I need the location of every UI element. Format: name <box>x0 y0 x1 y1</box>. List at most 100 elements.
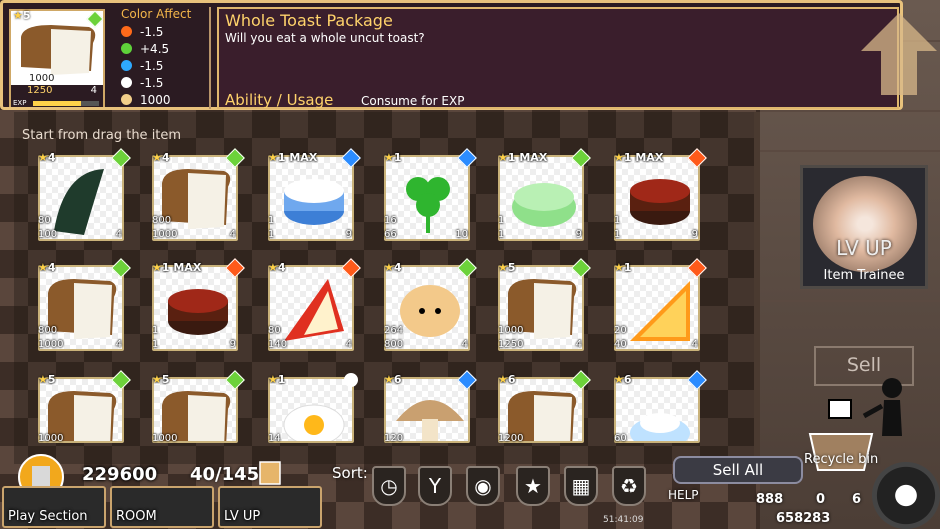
item-value1: 16 <box>384 215 397 226</box>
affect-value: 1000 <box>140 92 171 107</box>
sort-type-button[interactable]: Y <box>418 466 452 506</box>
item-card[interactable]: ★6 60 <box>614 370 707 444</box>
item-value1: 120 <box>384 433 404 444</box>
item-rank: ★1 MAX <box>152 261 202 274</box>
sort-tile-button[interactable]: ▦ <box>564 466 598 506</box>
resource-4: 6 <box>852 492 862 507</box>
item-card[interactable]: ★1 20 40 4 <box>614 258 707 351</box>
item-art <box>40 267 122 349</box>
item-value2: 100 <box>38 229 58 240</box>
item-art <box>500 157 582 239</box>
item-value1: 80 <box>38 215 51 226</box>
egg-icon <box>283 404 345 441</box>
item-art <box>40 379 122 441</box>
bread-icon <box>48 279 117 339</box>
affect-value: -1.5 <box>140 58 164 73</box>
leaf-gem-icon <box>121 43 132 54</box>
sort-recycle-button[interactable]: ♻ <box>612 466 646 506</box>
room-label: ROOM <box>116 509 157 524</box>
color-affect-title: Color Affect <box>121 7 192 21</box>
sort-icon: ◉ <box>474 474 492 498</box>
resource-2: 0 <box>816 492 826 507</box>
item-value1: 1200 <box>498 433 524 444</box>
sort-star-button[interactable]: ★ <box>516 466 550 506</box>
white-orb-icon <box>121 77 132 88</box>
box-icon <box>828 399 852 419</box>
item-value1: 14 <box>268 433 281 444</box>
item-rank: ★1 MAX <box>268 151 318 164</box>
item-rank: ★6 <box>384 373 402 386</box>
help-button[interactable]: HELP <box>668 488 699 502</box>
exp-bar <box>33 101 99 106</box>
item-value1: 1 <box>498 215 505 226</box>
item-card[interactable]: ★1 MAX 1 1 9 <box>152 258 245 351</box>
item-rank: ★5 <box>498 261 516 274</box>
green-cake-icon <box>512 183 576 227</box>
selected-item-card[interactable]: ★5 1000 1250 4 EXP <box>9 9 105 107</box>
item-card[interactable]: ★4 80 100 4 <box>38 148 131 241</box>
affect-row: -1.5 <box>111 23 209 40</box>
item-card[interactable]: ★1 16 66 10 <box>384 148 477 241</box>
play-section-button[interactable]: Play Section <box>2 486 106 528</box>
item-value2: 1 <box>498 229 505 240</box>
affect-row: +4.5 <box>111 40 209 57</box>
item-art <box>270 379 352 441</box>
item-description: Will you eat a whole uncut toast? <box>225 31 425 45</box>
item-card[interactable]: ★4 800 1000 4 <box>38 258 131 351</box>
item-value2: 1000 <box>152 229 178 240</box>
play-time: 51:41:09 <box>603 515 644 525</box>
item-card[interactable]: ★4 264 800 4 <box>384 258 477 351</box>
item-card[interactable]: ★1 14 <box>268 373 358 444</box>
item-card[interactable]: ★4 80 140 4 <box>268 258 361 351</box>
recycle-bin-label: Recycle bin <box>804 452 879 467</box>
item-card[interactable]: ★4 800 1000 4 <box>152 148 245 241</box>
item-value3: 9 <box>691 229 698 240</box>
bread-icon <box>508 279 577 339</box>
room-button[interactable]: ROOM <box>110 486 214 528</box>
item-rank: ★6 <box>614 373 632 386</box>
affect-value: -1.5 <box>140 75 164 90</box>
item-card[interactable]: ★5 1000 1250 4 <box>498 258 591 351</box>
sell-all-button[interactable]: Sell All <box>673 456 803 484</box>
item-art <box>500 267 582 349</box>
blue-cake-icon <box>284 179 344 225</box>
bread-icon <box>21 25 96 75</box>
choc-cake-icon <box>168 289 228 335</box>
sort-cat-button[interactable]: ◉ <box>466 466 500 506</box>
item-value2: 1 <box>614 229 621 240</box>
item-rank: ★4 <box>268 261 286 274</box>
item-art <box>270 157 352 239</box>
item-value3: 4 <box>115 229 122 240</box>
item-card[interactable]: ★5 1000 <box>152 370 245 444</box>
settings-gear-icon[interactable] <box>872 462 940 529</box>
item-card[interactable]: ★1 MAX 1 1 9 <box>614 148 707 241</box>
item-rank: ★1 <box>614 261 632 274</box>
item-trainee-lvup-button[interactable]: LV UP Item Trainee <box>800 165 928 289</box>
item-card[interactable]: ★6 1200 <box>498 370 591 444</box>
item-art <box>616 379 698 441</box>
affect-value: +4.5 <box>140 41 170 56</box>
sort-time-button[interactable]: ◷ <box>372 466 406 506</box>
hand-icon <box>121 94 132 105</box>
item-rank: ★5 <box>38 373 56 386</box>
item-value3: 4 <box>461 339 468 350</box>
bread-slot-icon <box>259 461 281 485</box>
item-card[interactable]: ★5 1000 <box>38 370 131 444</box>
choc-cake-icon <box>630 179 690 225</box>
sort-icon: ▦ <box>571 474 591 498</box>
item-value1: 1000 <box>152 433 178 444</box>
item-value3: 4 <box>575 339 582 350</box>
item-card[interactable]: ★1 MAX 1 1 9 <box>268 148 361 241</box>
item-value1: 80 <box>268 325 281 336</box>
item-value1: 1000 <box>498 325 524 336</box>
scroll-up-arrow-icon[interactable] <box>859 11 939 97</box>
sort-icon: ◷ <box>380 474 398 498</box>
lvup-nav-button[interactable]: LV UP <box>218 486 322 528</box>
item-card[interactable]: ★1 MAX 1 1 9 <box>498 148 591 241</box>
water-icon <box>121 60 132 71</box>
item-value3: 4 <box>691 339 698 350</box>
item-card[interactable]: ★6 120 <box>384 370 477 444</box>
item-value2: 1 <box>152 339 159 350</box>
selected-value2: 1250 <box>27 85 53 96</box>
item-value3: 9 <box>575 229 582 240</box>
